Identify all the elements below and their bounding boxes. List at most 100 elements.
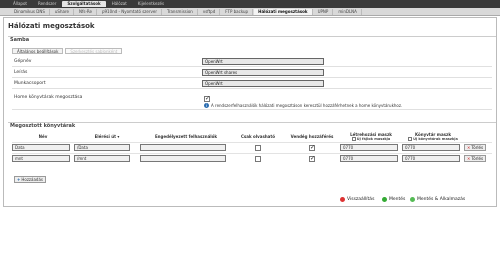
description-input[interactable]: OpenWrt shares: [202, 69, 324, 76]
create-mask-sub-check[interactable]: [351, 137, 356, 142]
save-label: Mentés: [389, 197, 406, 202]
subtab-upnp[interactable]: UPNP: [314, 9, 334, 15]
readonly-checkbox[interactable]: [255, 155, 261, 162]
readonly-checkbox[interactable]: [255, 144, 261, 151]
dir-mask-sub-check[interactable]: [408, 137, 413, 142]
reset-button[interactable]: Visszaállítás: [340, 196, 374, 203]
share-users-input[interactable]: [140, 155, 226, 163]
delete-label: Törlés: [471, 145, 484, 150]
share-name-input[interactable]: mnt: [12, 155, 70, 163]
subtab-ftp-backup[interactable]: FTP backup: [221, 9, 254, 15]
delete-label: Törlés: [471, 156, 484, 162]
delete-icon: ✕: [467, 145, 471, 150]
subtab-nfs[interactable]: Nfs-Re: [75, 9, 97, 15]
tab-logout[interactable]: Kijelentkezés: [133, 1, 169, 7]
subtab-network-shares[interactable]: Hálózati megosztások: [254, 9, 313, 15]
content-panel: [3, 17, 497, 207]
save-apply-icon: [410, 197, 415, 202]
col-dir-mask: Könyvtár maszk Új könyvtárak maszkja: [402, 132, 464, 142]
share-users-input[interactable]: [140, 144, 226, 151]
shares-section-header: Megosztott könyvtárak: [8, 122, 496, 131]
tab-edit-template[interactable]: Szerkesztés sablonként: [65, 48, 123, 54]
homes-hint: i A rendszerfelhasználók hálózati megosz…: [204, 103, 402, 108]
create-mask-subheader-label: Új fájlok maszkja: [356, 137, 391, 142]
top-navigation-bar: Állapot Rendszer Szolgáltatások Hálózat …: [0, 0, 500, 8]
shares-header-row: Név Elérési út ▾ Engedélyezett felhaszná…: [12, 132, 492, 142]
row-name-cell: mnt: [12, 152, 74, 164]
row-actions-cell: ✕ Törlés: [464, 152, 492, 164]
samba-section-title: Samba: [10, 37, 30, 43]
col-actions: [464, 132, 492, 142]
workgroup-label: Munkacsoport: [14, 81, 46, 86]
subtab-p910nd[interactable]: p910nd - Nyomtató szerver: [98, 9, 162, 15]
guest-checkbox[interactable]: [309, 155, 315, 162]
homes-hint-text: A rendszerfelhasználók hálózati megosztá…: [211, 103, 403, 108]
homes-label: Home könyvtárak megosztása: [14, 95, 83, 100]
main-menu: Állapot Rendszer Szolgáltatások Hálózat …: [8, 1, 169, 7]
description-label: Leírás: [14, 70, 28, 75]
row-readonly-cell: [232, 152, 284, 164]
col-readonly: Csak olvasható: [240, 134, 276, 140]
subtab-ddns[interactable]: Dinamikus DNS: [10, 9, 50, 15]
dir-mask-subheader: Új könyvtárak maszkja: [402, 137, 464, 142]
col-name: Név: [38, 134, 48, 140]
tab-system[interactable]: Rendszer: [33, 1, 61, 7]
col-users: Engedélyezett felhasználók: [154, 134, 218, 140]
subtab-ushare[interactable]: uShare: [51, 9, 74, 15]
create-mask-subheader: Új fájlok maszkja: [340, 137, 402, 142]
guest-checkbox[interactable]: [309, 144, 315, 151]
delete-icon: ✕: [467, 156, 471, 162]
services-submenu: Dinamikus DNS uShare Nfs-Re p910nd - Nyo…: [10, 9, 362, 15]
save-icon: [382, 197, 387, 202]
col-guest: Vendég hozzáférés: [290, 134, 334, 140]
row-users-cell: [140, 152, 232, 164]
services-submenu-bar: Dinamikus DNS uShare Nfs-Re p910nd - Nyo…: [0, 8, 500, 16]
row-users-cell: [140, 141, 232, 153]
dir-mask-input[interactable]: 0770: [402, 144, 460, 151]
delete-button[interactable]: ✕ Törlés: [464, 155, 487, 163]
row-path-cell: /mnt: [74, 152, 140, 164]
share-name-input[interactable]: Data: [12, 144, 70, 151]
workgroup-row: Munkacsoport OpenWrt: [12, 78, 492, 89]
shares-section-title: Megosztott könyvtárak: [10, 123, 76, 129]
page-title: Hálózati megosztások: [8, 22, 95, 30]
row-guest-cell: [284, 141, 340, 153]
share-path-input[interactable]: /Data: [74, 144, 130, 151]
row-actions-cell: ✕ Törlés: [464, 141, 492, 153]
create-mask-input[interactable]: 0770: [340, 144, 398, 151]
share-path-input[interactable]: /mnt: [74, 155, 130, 163]
subtab-vsftpd[interactable]: vsftpd: [199, 9, 221, 15]
save-apply-label: Mentés & Alkalmazás: [417, 197, 466, 202]
table-row: Data /Data 0770 0770 ✕Törlés: [12, 141, 492, 153]
dir-mask-input[interactable]: 0770: [402, 155, 460, 163]
tab-general-settings[interactable]: Általános beállítások: [12, 48, 64, 54]
page-bottom: [0, 207, 500, 259]
homes-checkbox[interactable]: [204, 95, 210, 102]
add-share-button[interactable]: + Hozzáadás: [14, 176, 46, 183]
shares-table: Név Elérési út ▾ Engedélyezett felhaszná…: [12, 132, 492, 164]
tab-network[interactable]: Hálózat: [107, 1, 132, 7]
save-button[interactable]: Mentés: [382, 196, 405, 203]
workgroup-input[interactable]: OpenWrt: [202, 80, 324, 87]
footer-actions: Visszaállítás Mentés Mentés & Alkalmazás: [0, 193, 500, 206]
subtab-transmission[interactable]: Transmission: [163, 9, 198, 15]
row-create-mask-cell: 0770: [340, 141, 402, 153]
hostname-row: Gépnév OpenWrt: [12, 56, 492, 67]
subtab-minidlna[interactable]: minDLNA: [334, 9, 362, 15]
save-apply-button[interactable]: Mentés & Alkalmazás: [410, 196, 465, 203]
row-dir-mask-cell: 0770: [402, 152, 464, 164]
samba-tabs: Általános beállítások Szerkesztés sablon…: [12, 48, 123, 54]
delete-button[interactable]: ✕ Törlés: [464, 144, 487, 151]
plus-icon: +: [17, 177, 21, 182]
reset-label: Visszaállítás: [347, 197, 375, 202]
hostname-input[interactable]: OpenWrt: [202, 58, 324, 65]
col-path-label: Elérési út: [94, 134, 116, 140]
create-mask-input[interactable]: 0770: [340, 155, 398, 163]
row-create-mask-cell: 0770: [340, 152, 402, 164]
row-guest-cell: [284, 152, 340, 164]
tab-status[interactable]: Állapot: [8, 1, 32, 7]
table-row: mnt /mnt 0770 0770 ✕Törlés: [12, 152, 492, 164]
row-readonly-cell: [232, 141, 284, 153]
tab-services[interactable]: Szolgáltatások: [62, 1, 106, 7]
col-path[interactable]: Elérési út ▾: [74, 132, 140, 142]
